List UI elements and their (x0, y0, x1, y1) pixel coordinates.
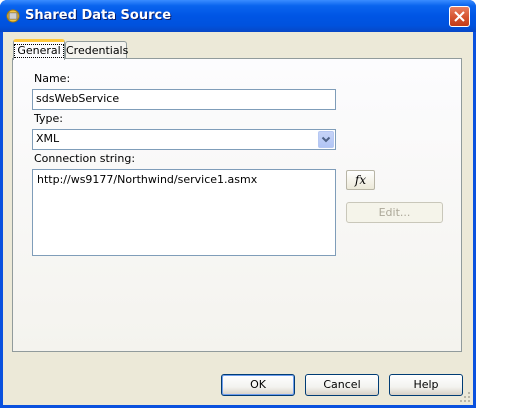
name-field[interactable]: sdsWebService (32, 89, 336, 110)
tab-panel-general: Name: sdsWebService Type: XML Connection… (12, 58, 462, 352)
window-title: Shared Data Source (25, 8, 172, 23)
cancel-button[interactable]: Cancel (305, 374, 379, 396)
data-source-icon (6, 9, 20, 23)
close-icon (454, 11, 465, 22)
tab-credentials-label: Credentials (66, 44, 129, 57)
type-select[interactable]: XML (32, 129, 336, 150)
dialog-client-area: General Credentials Name: sdsWebService … (3, 32, 473, 405)
tab-credentials[interactable]: Credentials (65, 41, 129, 59)
close-button[interactable] (449, 6, 470, 27)
connection-string-textarea[interactable]: http://ws9177/Northwind/service1.asmx (32, 169, 336, 256)
function-icon: fx (354, 173, 367, 187)
name-label: Name: (34, 72, 71, 85)
tab-general-label: General (14, 44, 64, 58)
connection-string-label: Connection string: (34, 152, 136, 165)
cancel-button-label: Cancel (323, 378, 361, 391)
dialog-window: Shared Data Source General Credentials N… (0, 0, 476, 408)
chevron-down-icon (321, 136, 331, 143)
tab-general[interactable]: General (13, 39, 65, 60)
help-button[interactable]: Help (389, 374, 463, 396)
connection-string-value: http://ws9177/Northwind/service1.asmx (37, 173, 258, 186)
type-value: XML (36, 132, 60, 145)
ok-button[interactable]: OK (221, 374, 295, 396)
title-bar[interactable]: Shared Data Source (0, 0, 476, 32)
type-dropdown-button[interactable] (318, 131, 334, 148)
resize-grip-icon[interactable] (459, 391, 471, 403)
name-value: sdsWebService (36, 92, 120, 105)
ok-button-label: OK (250, 378, 266, 391)
edit-button-label: Edit... (378, 206, 411, 219)
expression-button[interactable]: fx (346, 170, 375, 190)
edit-button[interactable]: Edit... (346, 202, 443, 223)
help-button-label: Help (413, 378, 439, 391)
type-label: Type: (34, 112, 63, 125)
